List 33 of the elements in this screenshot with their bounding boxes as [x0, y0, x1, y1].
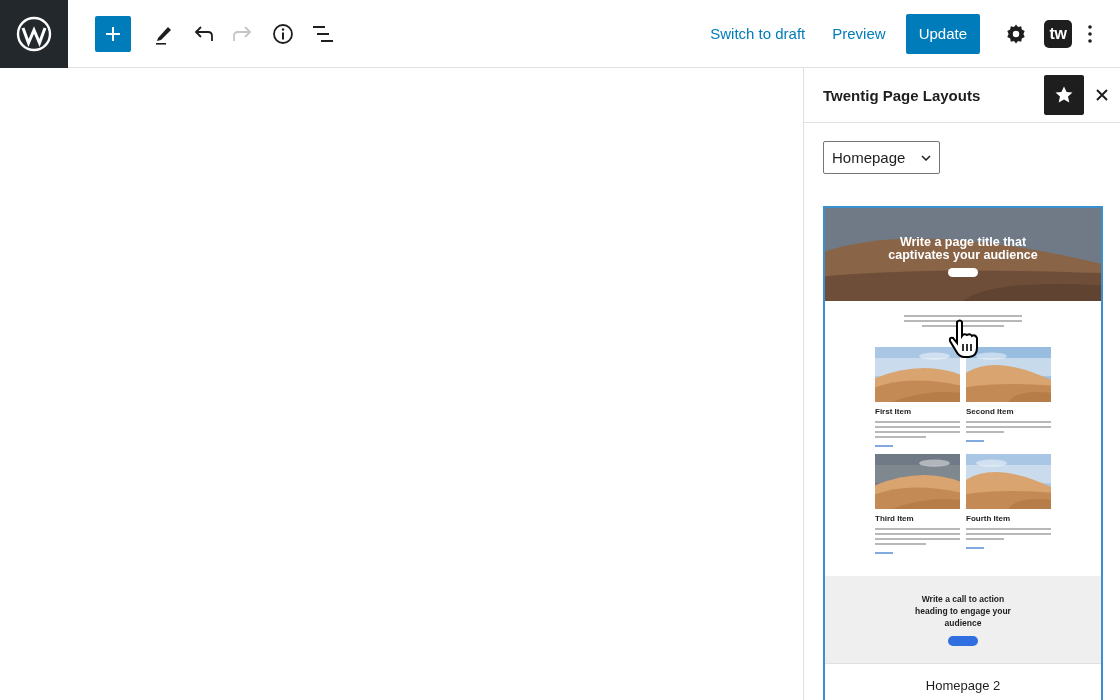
preview-button[interactable]: Preview [825, 17, 893, 50]
update-button[interactable]: Update [905, 13, 980, 54]
info-icon [272, 22, 294, 45]
more-options-icon[interactable] [1088, 24, 1092, 43]
category-select[interactable]: Homepage [823, 141, 940, 174]
link-drawing [875, 552, 893, 554]
link-drawing [966, 547, 984, 549]
item-title: First Item [875, 407, 912, 416]
panel-title: Twentig Page Layouts [823, 86, 982, 104]
plugin-button[interactable]: tw [1044, 19, 1072, 48]
star-icon [1054, 85, 1074, 105]
undo-icon [192, 24, 214, 43]
cta-heading: Write a call to action heading to engage your audience [914, 593, 1012, 629]
cta-button-drawing [948, 636, 978, 646]
logo-tile[interactable] [0, 0, 68, 68]
layout-card[interactable]: Write a page title that captivates your audience First Item Second Item Third Item Fourth Item Write a call to action heading to engage your audience Homepage 2 [823, 206, 1103, 700]
add-block-button[interactable] [95, 15, 131, 52]
pin-button[interactable] [1044, 75, 1084, 115]
chevron-down-icon [921, 154, 931, 161]
link-drawing [966, 440, 984, 442]
item-title: Fourth Item [966, 514, 1011, 523]
settings-icon[interactable] [1006, 23, 1026, 44]
hero-title: Write a page title that captivates your audience [887, 236, 1039, 262]
link-drawing [875, 445, 893, 447]
hero-button-drawing [948, 268, 978, 277]
item-title: Second Item [966, 407, 1015, 416]
redo-icon [232, 24, 254, 43]
plus-icon [104, 24, 122, 43]
switch-to-draft-button[interactable]: Switch to draft [703, 17, 813, 50]
layout-name: Homepage 2 [825, 663, 1101, 700]
logo-icon [16, 15, 52, 52]
list-icon [311, 23, 335, 44]
item-title: Third Item [875, 514, 915, 523]
